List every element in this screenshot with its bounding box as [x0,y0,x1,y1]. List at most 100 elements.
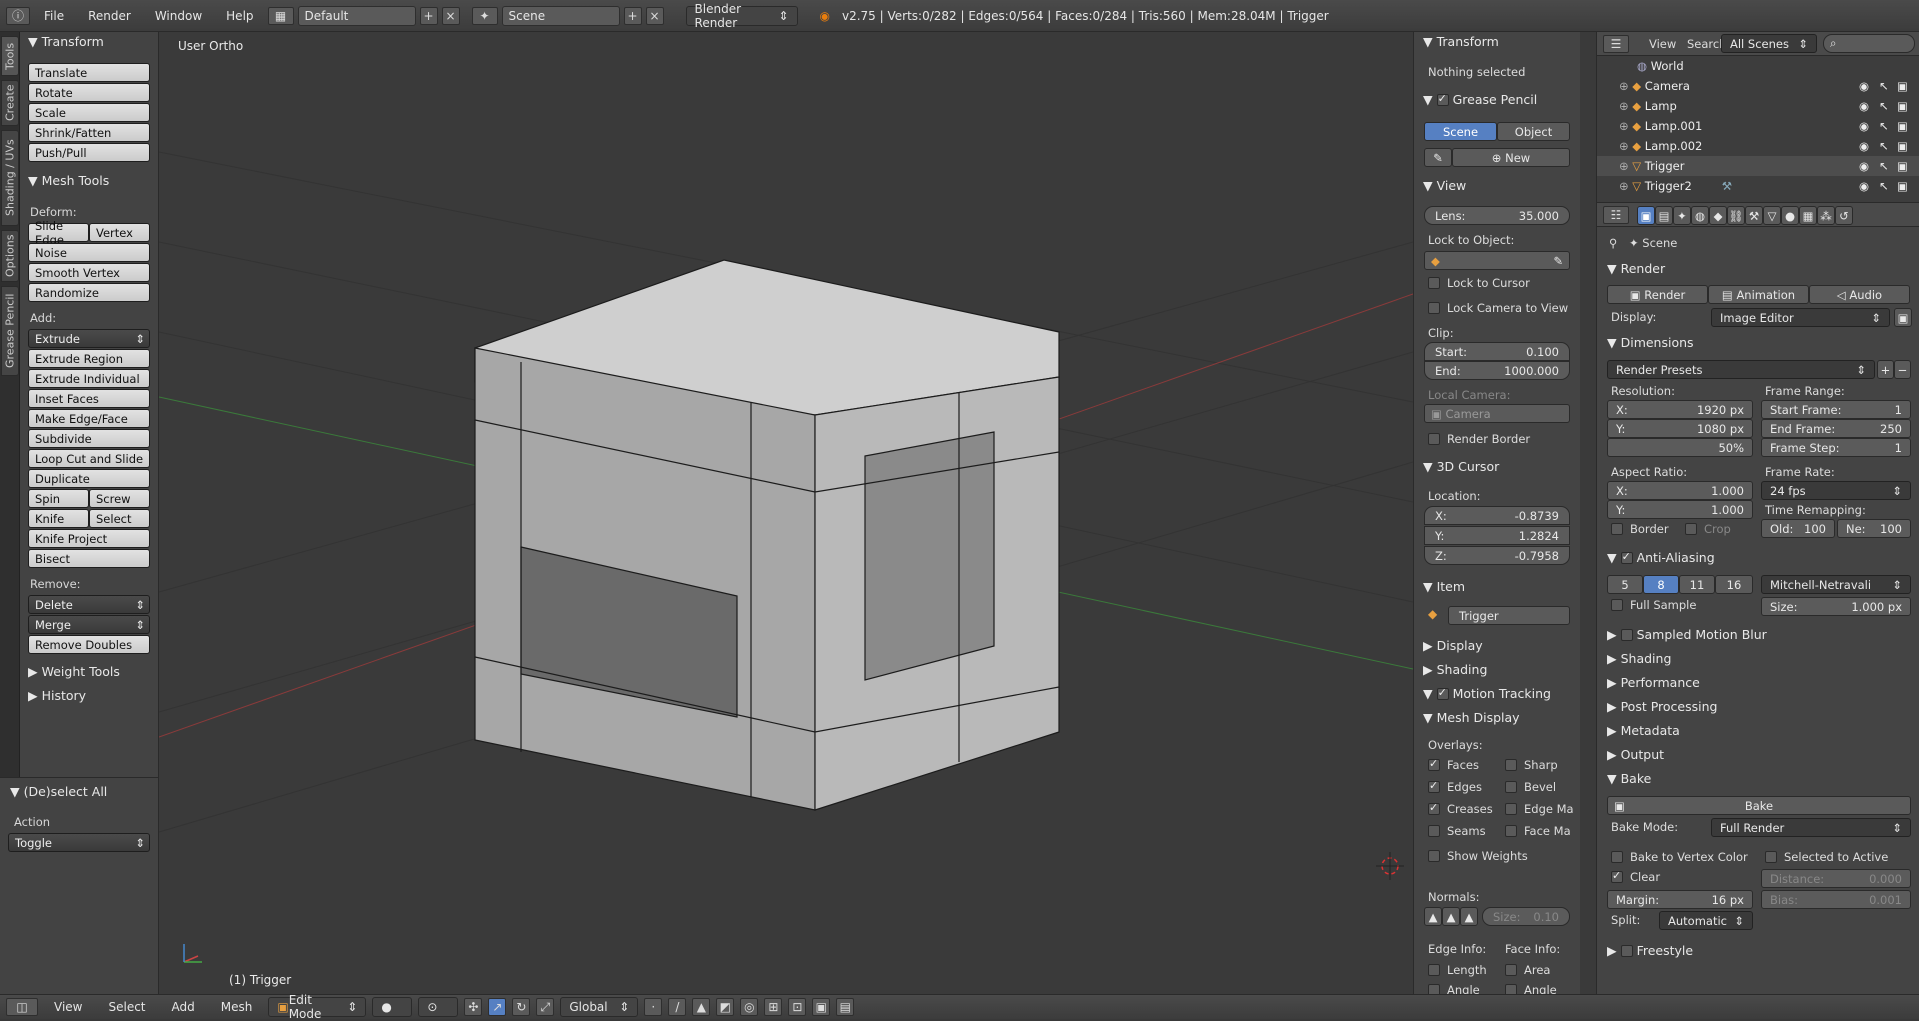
bisect-button[interactable]: Bisect [28,549,150,568]
face-marks-checkbox[interactable] [1505,825,1517,837]
layout-field[interactable]: Default [297,5,416,26]
aa-5-button[interactable]: 5 [1607,575,1643,594]
duplicate-button[interactable]: Duplicate [28,469,150,488]
visibility-eye-icon[interactable]: ◉ [1859,79,1869,93]
margin-field[interactable]: Margin: 16 px [1607,890,1753,909]
display-dropdown[interactable]: Image Editor ⇕ [1711,308,1890,327]
aspect-y-field[interactable]: Y: 1.000 [1607,500,1753,519]
scene-icon[interactable]: ✦ [471,6,498,25]
outliner-row-trigger2[interactable]: ⊕ ▽ Trigger2 ⚒ ◉ ↖ ▣ [1597,176,1919,196]
menu-mesh[interactable]: Mesh [211,1000,263,1014]
scene-field[interactable]: Scene [501,5,620,26]
edge-select-icon[interactable]: / [668,998,687,1016]
render-border-checkbox[interactable] [1428,433,1440,445]
viewport-canvas[interactable] [159,32,1413,994]
item-header[interactable]: ▼ Item [1423,579,1465,594]
weight-tools-panel-header[interactable]: ▶ Weight Tools [28,664,120,679]
translate-manipulator-icon[interactable]: ↗ [488,998,507,1016]
outliner-row-lamp001[interactable]: ⊕ ◆ Lamp.001 ◉ ↖ ▣ [1597,116,1919,136]
shrink-fatten-button[interactable]: Shrink/Fatten [28,123,150,142]
texture-context-icon[interactable]: ▦ [1799,206,1817,225]
scale-manipulator-icon[interactable]: ⤢ [536,998,555,1016]
extrude-dropdown[interactable]: Extrude ⇕ [28,329,150,348]
normals-size-field[interactable]: Size: 0.10 [1482,907,1570,926]
aa-filter-dropdown[interactable]: Mitchell-Netravali ⇕ [1761,575,1911,594]
grease-pencil-checkbox[interactable] [1436,92,1449,106]
remap-old-field[interactable]: Old: 100 [1761,519,1835,538]
res-percent-field[interactable]: 50% [1607,438,1753,457]
layout-close-icon[interactable]: × [441,6,460,25]
action-dropdown[interactable]: Toggle ⇕ [8,833,150,852]
editor-type-icon[interactable]: ◫ [6,998,38,1016]
bake-panel-header[interactable]: ▼ Bake [1607,771,1651,786]
lock-object-field[interactable]: ◆ ✎ [1424,251,1570,270]
history-panel-header[interactable]: ▶ History [28,688,86,703]
slide-edge-button[interactable]: Slide Edge [28,219,89,247]
face-select-icon[interactable]: ▲ [692,998,711,1016]
tab-tools[interactable]: Tools [1,36,19,76]
frame-rate-dropdown[interactable]: 24 fps ⇕ [1761,481,1911,500]
pencil-icon[interactable]: ✎ [1424,148,1452,167]
crop-checkbox[interactable] [1685,523,1697,535]
clip-start-field[interactable]: Start: 0.100 [1424,342,1570,361]
aa-11-button[interactable]: 11 [1679,575,1715,594]
loop-normals-icon[interactable]: ▲ [1442,907,1460,926]
mesh-tools-panel-header[interactable]: ▼ Mesh Tools [28,173,109,188]
scene-add-icon[interactable]: + [623,6,642,25]
res-x-field[interactable]: X: 1920 px [1607,400,1753,419]
restrict-select-icon[interactable]: ↖ [1879,99,1889,113]
lock-to-cursor-checkbox[interactable] [1428,277,1440,289]
filter-size-field[interactable]: Size: 1.000 px [1761,597,1911,616]
display-mode-dropdown[interactable]: All Scenes ⇕ [1721,34,1817,53]
transform-panel-header[interactable]: ▼ Transform [28,34,104,49]
render-context-icon[interactable]: ▣ [1637,206,1655,225]
clear-checkbox[interactable] [1611,869,1623,883]
aa-16-button[interactable]: 16 [1715,575,1753,594]
knife-button[interactable]: Knife [28,509,89,528]
remove-doubles-button[interactable]: Remove Doubles [28,635,150,654]
3d-cursor-header[interactable]: ▼ 3D Cursor [1423,459,1499,474]
info-editor-icon[interactable]: ⓘ [6,6,30,25]
menu-help[interactable]: Help [216,9,263,23]
item-name-field[interactable]: Trigger [1448,606,1570,625]
expand-icon[interactable]: ⊕ [1619,139,1632,153]
outliner-editor-icon[interactable]: ☰ [1603,35,1629,53]
frame-step-field[interactable]: Frame Step: 1 [1761,438,1911,457]
visibility-eye-icon[interactable]: ◉ [1859,139,1869,153]
edge-marks-checkbox[interactable] [1505,803,1517,815]
display-header[interactable]: ▶ Display [1423,638,1483,653]
tab-options[interactable]: Options [1,230,19,282]
grease-pencil-header[interactable]: ▼ Grease Pencil [1423,92,1537,107]
scene-context-icon[interactable]: ✦ [1673,206,1691,225]
preset-remove-icon[interactable]: − [1894,360,1911,379]
redo-panel-header[interactable]: ▼ (De)select All [10,784,107,799]
preset-add-icon[interactable]: + [1877,360,1894,379]
motion-blur-checkbox[interactable] [1620,629,1633,641]
edges-checkbox[interactable] [1428,779,1440,793]
menu-window[interactable]: Window [145,9,212,23]
tab-grease-pencil[interactable]: Grease Pencil [1,286,19,376]
screw-button[interactable]: Screw [89,489,150,508]
push-pull-button[interactable]: Push/Pull [28,143,150,162]
tab-create[interactable]: Create [1,80,19,126]
local-camera-field[interactable]: ▣ Camera [1424,404,1570,423]
visibility-eye-icon[interactable]: ◉ [1859,119,1869,133]
menu-file[interactable]: File [34,9,74,23]
slide-vertex-button[interactable]: Vertex [89,223,150,242]
shading-header[interactable]: ▶ Shading [1423,662,1487,677]
render-panel-header[interactable]: ▼ Render [1607,261,1665,276]
modifiers-context-icon[interactable]: ⚒ [1745,206,1763,225]
motion-tracking-header[interactable]: ▼ Motion Tracking [1423,686,1551,701]
freestyle-panel-header[interactable]: ▶ Freestyle [1607,943,1693,958]
randomize-button[interactable]: Randomize [28,283,150,302]
sharp-checkbox[interactable] [1505,759,1517,771]
cursor-x-field[interactable]: X: -0.8739 [1424,506,1570,525]
restrict-select-icon[interactable]: ↖ [1879,179,1889,193]
gp-object-button[interactable]: Object [1497,122,1570,141]
restrict-render-icon[interactable]: ▣ [1897,79,1908,93]
faces-checkbox[interactable] [1428,757,1440,771]
show-weights-checkbox[interactable] [1428,850,1440,862]
anti-aliasing-checkbox[interactable] [1620,550,1633,564]
eyedropper-icon[interactable]: ✎ [1553,254,1563,268]
bake-mode-dropdown[interactable]: Full Render ⇕ [1711,818,1911,837]
